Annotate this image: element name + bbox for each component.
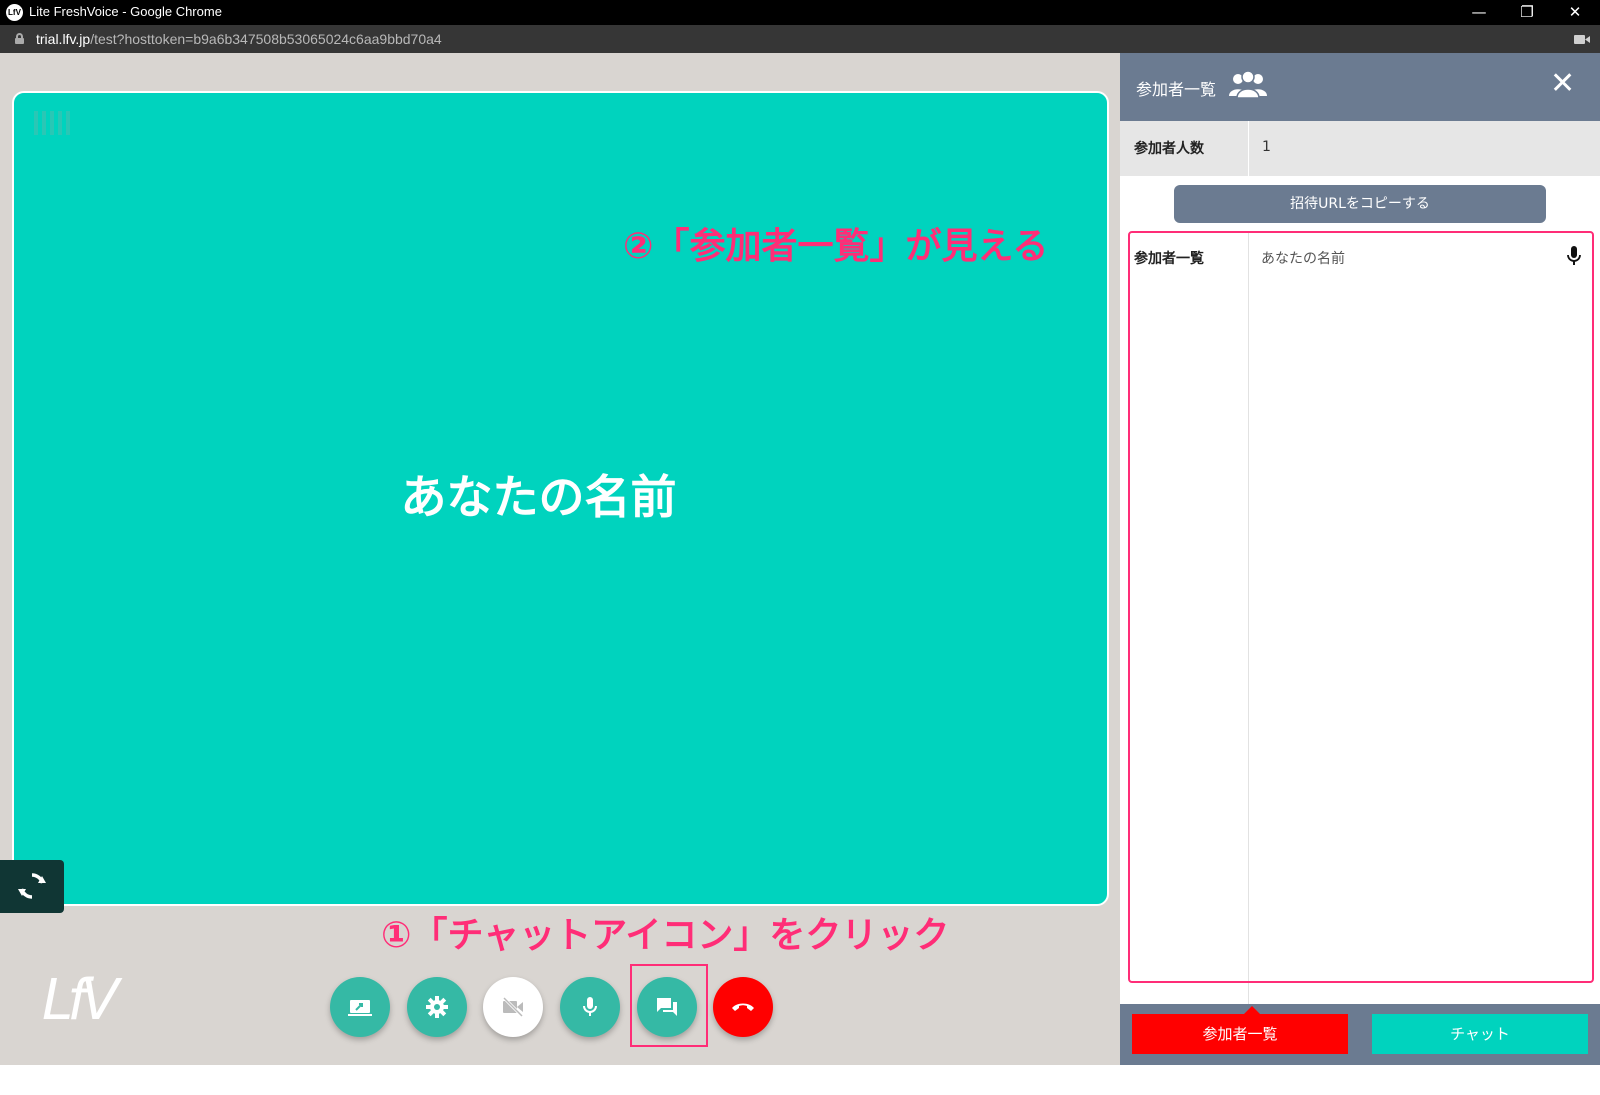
active-tab-pointer (1244, 1006, 1260, 1014)
divider (1248, 121, 1249, 176)
camera-off-button[interactable] (483, 977, 543, 1037)
app-logo-icon: LfV (6, 4, 23, 21)
tab-participants[interactable]: 参加者一覧 (1132, 1006, 1348, 1054)
participant-count-label: 参加者人数 (1134, 141, 1204, 157)
level-bar (34, 111, 38, 135)
people-icon (1229, 70, 1267, 99)
level-bar (58, 111, 62, 135)
mic-icon (583, 997, 597, 1016)
copy-invite-url-button[interactable]: 招待URLをコピーする (1174, 185, 1546, 223)
window-close-button[interactable]: ✕ (1551, 0, 1599, 25)
participant-list-highlight (1128, 231, 1594, 983)
lfv-logo: LfV (42, 968, 119, 1033)
restore-button[interactable]: ❐ (1503, 0, 1551, 25)
audio-level-meter (34, 111, 70, 135)
panel-close-button[interactable]: ✕ (1550, 69, 1575, 99)
hangup-button[interactable] (713, 977, 773, 1037)
participant-list: 参加者一覧 あなたの名前 (1120, 231, 1600, 1060)
url-host: trial.lfv.jp (36, 31, 91, 47)
chat-button-highlight (630, 964, 708, 1047)
level-bar (50, 111, 54, 135)
tab-chat[interactable]: チャット (1372, 1014, 1588, 1054)
lock-icon[interactable] (15, 33, 24, 44)
panel-header: 参加者一覧 ✕ (1120, 53, 1600, 121)
level-bar (42, 111, 46, 135)
sync-icon (18, 873, 46, 899)
screen-share-button[interactable] (330, 977, 390, 1037)
panel-title: 参加者一覧 (1136, 80, 1217, 99)
window-titlebar: LfV Lite FreshVoice - Google Chrome — ❐ … (0, 0, 1600, 25)
screen-share-icon (348, 1000, 372, 1016)
url-text[interactable]: trial.lfv.jp/test?hosttoken=b9a6b347508b… (36, 31, 442, 47)
phone-hangup-icon (732, 1003, 754, 1011)
rotate-layout-button[interactable] (0, 860, 64, 913)
tab-chat-label: チャット (1450, 1025, 1510, 1043)
gear-icon (426, 996, 448, 1018)
video-tile[interactable]: あなたの名前 (12, 91, 1109, 906)
participant-count-value: 1 (1262, 139, 1271, 155)
camera-off-icon (502, 996, 524, 1018)
participant-count-row: 参加者人数 1 (1120, 121, 1600, 176)
level-bar (66, 111, 70, 135)
address-bar[interactable]: trial.lfv.jp/test?hosttoken=b9a6b347508b… (0, 25, 1600, 53)
camera-in-use-icon[interactable] (1574, 34, 1590, 45)
settings-button[interactable] (407, 977, 467, 1037)
window-title: Lite FreshVoice - Google Chrome (29, 4, 222, 19)
conference-area: あなたの名前 ②「参加者一覧」が見える ①「チャットアイコン」をクリック LfV (0, 53, 1120, 1065)
participants-panel: 参加者一覧 ✕ 参加者人数 1 招待URLをコピーする 参加者一覧 あなたの名前… (1120, 53, 1600, 1065)
minimize-button[interactable]: — (1455, 0, 1503, 25)
annotation-step-2: ②「参加者一覧」が見える (623, 226, 1049, 267)
panel-tabs: 参加者一覧 チャット (1120, 1004, 1600, 1065)
mic-button[interactable] (560, 977, 620, 1037)
participant-name-overlay: あなたの名前 (400, 470, 677, 524)
url-path: /test?hosttoken=b9a6b347508b53065024c6aa… (90, 31, 442, 47)
annotation-step-1: ①「チャットアイコン」をクリック (381, 915, 950, 956)
tab-participants-label: 参加者一覧 (1202, 1025, 1278, 1043)
